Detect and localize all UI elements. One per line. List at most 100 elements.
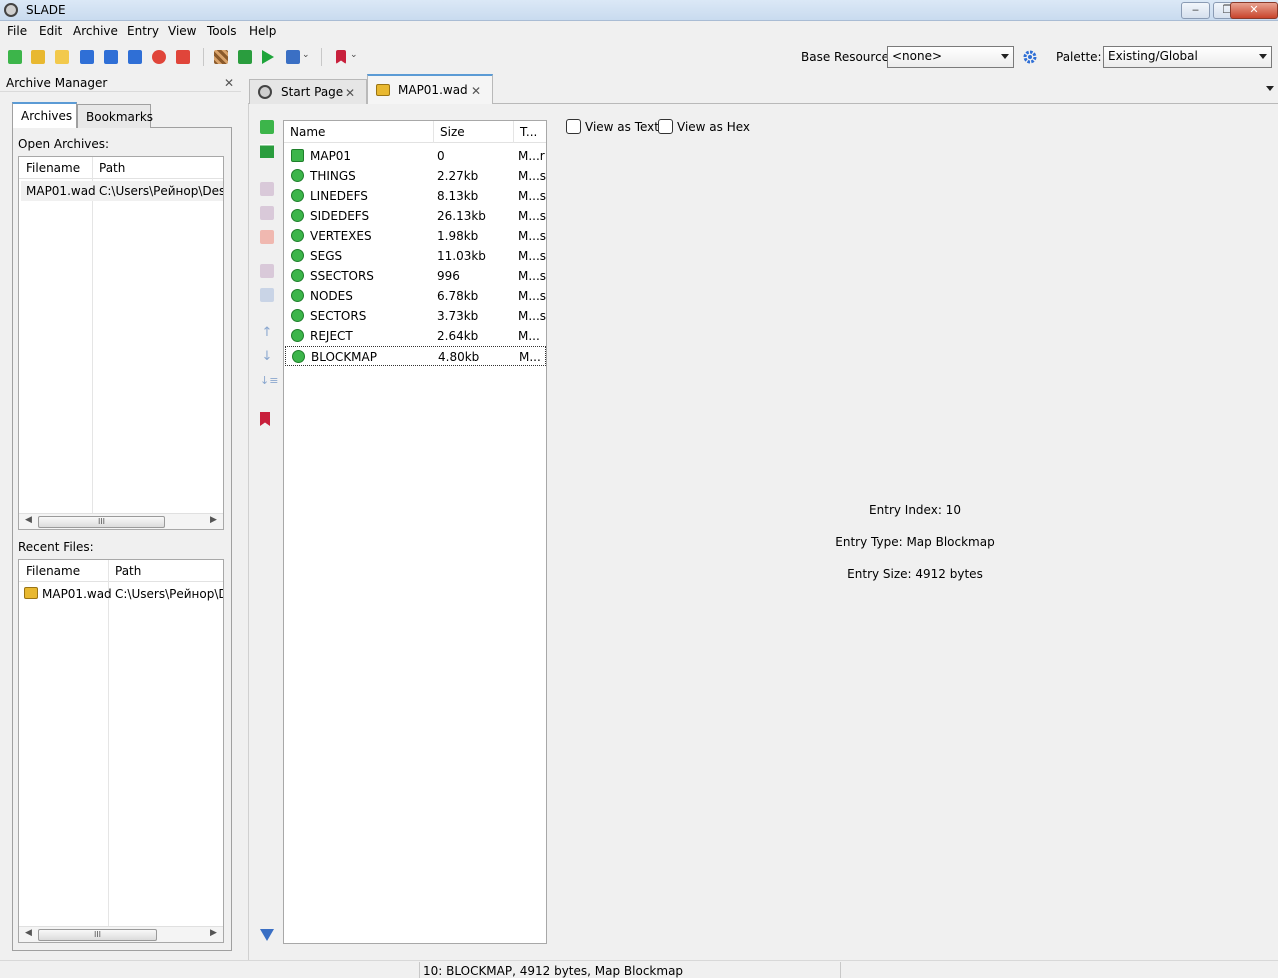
chevron-down-icon	[1259, 54, 1267, 59]
new-archive-icon[interactable]	[8, 50, 22, 64]
entry-type: M...	[518, 329, 540, 343]
bookmark-icon[interactable]	[336, 50, 346, 64]
scrollbar-thumb[interactable]: III	[38, 516, 165, 528]
table-row[interactable]: REJECT 2.64kb M...	[285, 326, 546, 346]
table-row[interactable]: SIDEDEFS 26.13kb M...s	[285, 206, 546, 226]
map-lump-icon	[291, 289, 304, 302]
entry-name: VERTEXES	[310, 229, 372, 243]
list-item[interactable]: MAP01.wad C:\Users\Рейнор\Deskt	[21, 181, 223, 201]
view-as-hex-button[interactable]: View as Hex	[658, 119, 750, 134]
sort-icon[interactable]: ↓≡	[260, 374, 278, 388]
tab-bookmarks[interactable]: Bookmarks	[77, 104, 153, 128]
table-row[interactable]: THINGS 2.27kb M...s	[285, 166, 546, 186]
texture-editor-icon[interactable]	[214, 50, 228, 64]
entry-type: Entry Type: Map Blockmap	[835, 535, 995, 549]
recent-path: C:\Users\Рейнор\De	[115, 587, 223, 601]
scroll-left-icon[interactable]: ◀	[25, 928, 32, 938]
close-all-icon[interactable]	[176, 50, 190, 64]
new-zip-icon[interactable]	[31, 50, 45, 64]
rename-entry-icon[interactable]	[260, 182, 274, 196]
rename-all-icon[interactable]	[260, 206, 274, 220]
slade-logo-icon	[4, 3, 18, 17]
column-size[interactable]: Size	[440, 125, 465, 139]
column-path[interactable]: Path	[99, 161, 125, 175]
export-entry-icon[interactable]	[260, 264, 274, 278]
status-divider	[840, 962, 841, 978]
table-row[interactable]: BLOCKMAP 4.80kb M...	[285, 346, 546, 366]
map-lump-icon	[291, 249, 304, 262]
menu-file[interactable]: File	[7, 24, 27, 38]
move-up-icon[interactable]: ↑	[260, 326, 274, 340]
horizontal-scrollbar[interactable]: ◀ III ▶	[19, 513, 223, 529]
bookmark-dropdown-chevron-icon[interactable]: ⌄	[350, 50, 358, 60]
entry-size: Entry Size: 4912 bytes	[847, 567, 983, 581]
delete-entry-icon[interactable]	[260, 230, 274, 244]
table-row[interactable]: SECTORS 3.73kb M...s	[285, 306, 546, 326]
entry-list[interactable]: Name Size T... MAP01 0 M...r THINGS 2.27kb M.…	[283, 120, 547, 944]
chevron-down-icon	[1001, 54, 1009, 59]
scroll-right-icon[interactable]: ▶	[210, 928, 217, 938]
base-resource-value: <none>	[892, 49, 943, 63]
column-type[interactable]: T...	[520, 125, 537, 139]
list-item[interactable]: MAP01.wad C:\Users\Рейнор\De	[21, 584, 223, 604]
open-folder-icon[interactable]	[55, 50, 69, 64]
scrollbar-thumb[interactable]: III	[38, 929, 157, 941]
tab-archives[interactable]: Archives	[12, 102, 77, 128]
recent-files-list[interactable]: Filename Path MAP01.wad C:\Users\Рейнор\…	[18, 559, 224, 943]
column-name[interactable]: Name	[290, 125, 325, 139]
table-row[interactable]: VERTEXES 1.98kb M...s	[285, 226, 546, 246]
tab-start-page[interactable]: Start Page ✕	[249, 79, 367, 104]
entry-type: M...s	[518, 249, 547, 263]
map-editor-icon[interactable]	[238, 50, 252, 64]
export-as-icon[interactable]	[260, 288, 274, 302]
menu-edit[interactable]: Edit	[39, 24, 62, 38]
run-icon[interactable]	[262, 50, 274, 64]
wrench-dropdown-chevron-icon[interactable]: ⌄	[302, 50, 310, 60]
wrench-icon[interactable]	[286, 50, 300, 64]
filter-icon[interactable]	[260, 929, 274, 941]
minimize-button[interactable]: ‒	[1181, 2, 1210, 19]
tab-list-chevron-icon[interactable]	[1266, 86, 1274, 91]
menu-bar: File Edit Archive Entry View Tools Help	[0, 21, 1278, 42]
table-row[interactable]: LINEDEFS 8.13kb M...s	[285, 186, 546, 206]
table-row[interactable]: SEGS 11.03kb M...s	[285, 246, 546, 266]
close-icon[interactable]: ✕	[224, 76, 234, 90]
horizontal-scrollbar[interactable]: ◀ III ▶	[19, 926, 223, 942]
entry-type: M...s	[518, 209, 547, 223]
close-icon[interactable]: ✕	[345, 86, 355, 100]
column-filename[interactable]: Filename	[26, 564, 80, 578]
menu-view[interactable]: View	[168, 24, 196, 38]
close-icon[interactable]: ✕	[471, 84, 481, 98]
scroll-right-icon[interactable]: ▶	[210, 515, 217, 525]
gear-icon[interactable]	[1023, 50, 1037, 64]
tab-map01-wad[interactable]: MAP01.wad ✕	[367, 74, 493, 104]
new-entry-icon[interactable]	[260, 120, 274, 134]
save-icon[interactable]	[80, 50, 94, 64]
import-entry-icon[interactable]	[260, 144, 274, 158]
entry-type: M...s	[518, 269, 547, 283]
table-row[interactable]: SSECTORS 996 M...s	[285, 266, 546, 286]
menu-help[interactable]: Help	[249, 24, 276, 38]
base-resource-select[interactable]: <none>	[887, 46, 1014, 68]
move-down-icon[interactable]: ↓	[260, 350, 274, 364]
close-window-button[interactable]: ✕	[1230, 2, 1278, 19]
menu-archive[interactable]: Archive	[73, 24, 118, 38]
entry-size: 6.78kb	[437, 289, 479, 303]
entry-type: M...s	[518, 289, 547, 303]
scroll-left-icon[interactable]: ◀	[25, 515, 32, 525]
close-archive-icon[interactable]	[152, 50, 166, 64]
column-filename[interactable]: Filename	[26, 161, 80, 175]
save-as-icon[interactable]	[104, 50, 118, 64]
column-path[interactable]: Path	[115, 564, 141, 578]
archive-path: C:\Users\Рейнор\Deskt	[99, 184, 223, 198]
entry-name: SSECTORS	[310, 269, 374, 283]
save-all-icon[interactable]	[128, 50, 142, 64]
table-row[interactable]: NODES 6.78kb M...s	[285, 286, 546, 306]
menu-tools[interactable]: Tools	[207, 24, 237, 38]
table-row[interactable]: MAP01 0 M...r	[285, 146, 546, 166]
palette-select[interactable]: Existing/Global	[1103, 46, 1272, 68]
menu-entry[interactable]: Entry	[127, 24, 159, 38]
toolbar-separator	[203, 48, 204, 66]
open-archives-list[interactable]: Filename Path MAP01.wad C:\Users\Рейнор\…	[18, 156, 224, 530]
view-as-text-button[interactable]: View as Text	[566, 119, 659, 134]
